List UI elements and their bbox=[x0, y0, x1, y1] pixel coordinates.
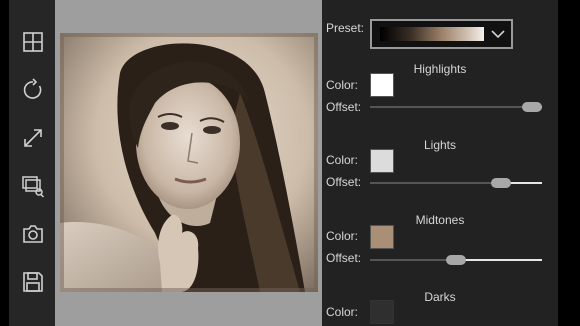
slider-thumb[interactable] bbox=[521, 102, 542, 112]
highlights-color-label: Color: bbox=[326, 78, 359, 92]
slider-track bbox=[370, 106, 542, 108]
highlights-offset-label: Offset: bbox=[326, 100, 362, 114]
preset-label: Preset: bbox=[326, 21, 365, 35]
section-title-lights: Lights bbox=[423, 138, 457, 152]
tool-sidebar bbox=[9, 0, 55, 326]
right-edge bbox=[558, 0, 580, 326]
camera-icon[interactable] bbox=[21, 222, 45, 246]
rotate-icon[interactable] bbox=[21, 78, 45, 102]
left-edge bbox=[0, 0, 9, 326]
grid-icon[interactable] bbox=[21, 30, 45, 54]
slider-thumb[interactable] bbox=[490, 178, 511, 188]
midtones-offset-label: Offset: bbox=[326, 251, 362, 265]
section-title-midtones: Midtones bbox=[415, 213, 465, 227]
photo-preview bbox=[60, 33, 318, 292]
darks-color-label: Color: bbox=[326, 305, 359, 319]
preset-dropdown[interactable] bbox=[370, 19, 513, 49]
slider-fill bbox=[456, 259, 542, 261]
section-title-darks: Darks bbox=[424, 290, 456, 304]
midtones-color-label: Color: bbox=[326, 229, 359, 243]
darks-color-swatch[interactable] bbox=[370, 300, 394, 324]
image-canvas[interactable] bbox=[55, 0, 322, 326]
lights-offset-slider[interactable] bbox=[370, 176, 542, 190]
gallery-search-icon[interactable] bbox=[21, 174, 45, 198]
chevron-down-icon bbox=[491, 30, 505, 39]
lights-color-swatch[interactable] bbox=[370, 149, 394, 173]
highlights-offset-slider[interactable] bbox=[370, 100, 542, 114]
midtones-color-swatch[interactable] bbox=[370, 225, 394, 249]
tone-settings-panel: Preset: Highlights Color: Offset: Lights… bbox=[322, 0, 558, 326]
preset-gradient-preview bbox=[380, 27, 484, 41]
midtones-offset-slider[interactable] bbox=[370, 253, 542, 267]
lights-color-label: Color: bbox=[326, 153, 359, 167]
highlights-color-swatch[interactable] bbox=[370, 73, 394, 97]
section-title-highlights: Highlights bbox=[413, 62, 467, 76]
lights-offset-label: Offset: bbox=[326, 175, 362, 189]
save-icon[interactable] bbox=[21, 270, 45, 294]
resize-arrows-icon[interactable] bbox=[21, 126, 45, 150]
slider-thumb[interactable] bbox=[446, 255, 466, 265]
